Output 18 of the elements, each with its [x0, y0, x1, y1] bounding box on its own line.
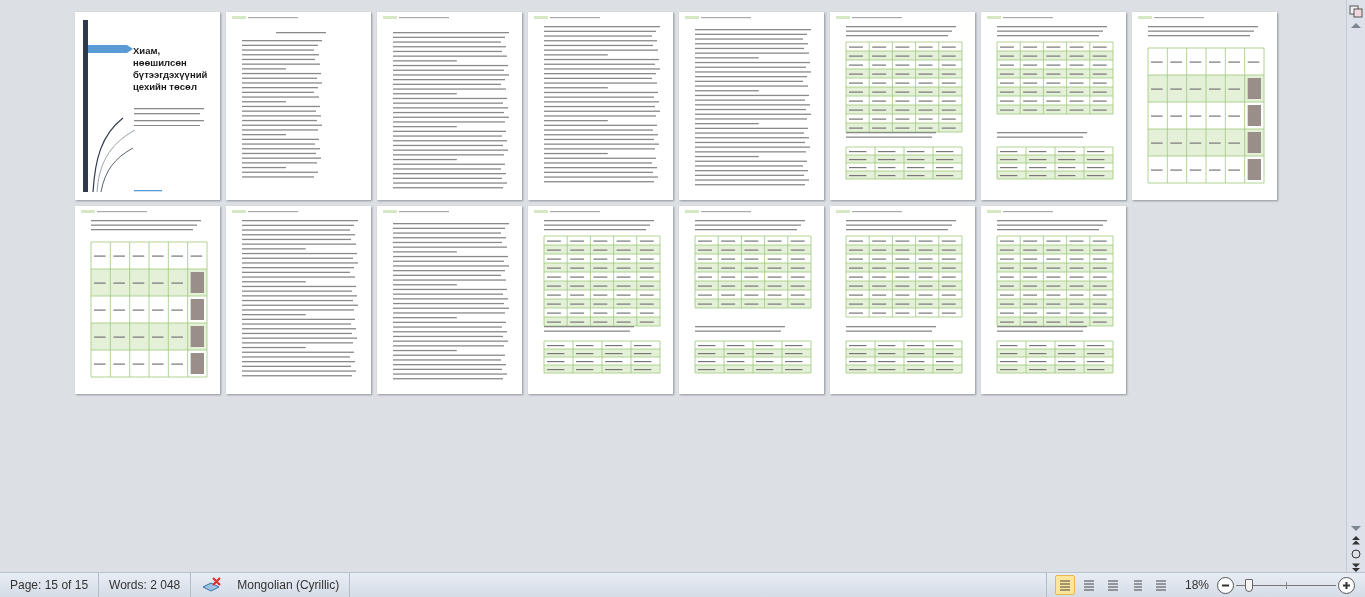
zoom-slider[interactable] [1236, 576, 1336, 594]
language-label[interactable]: Mongolian (Cyrillic) [237, 578, 340, 592]
previous-page-icon[interactable] [1351, 536, 1361, 545]
zoom-in-button[interactable] [1338, 576, 1355, 594]
cover-title: Хиам, нөөшилсөн бүтээгдэхүүний цехийн төсөл [133, 45, 209, 93]
ruler-toggle-icon[interactable] [1349, 4, 1363, 18]
zoom-out-button[interactable] [1217, 576, 1234, 594]
next-page-icon[interactable] [1351, 563, 1361, 572]
browse-object-icon[interactable] [1351, 549, 1361, 559]
scroll-up-icon[interactable] [1351, 22, 1361, 29]
cover-author-line-drawing [134, 190, 162, 192]
zoom-level[interactable]: 18% [1184, 578, 1209, 592]
slider-thumb[interactable] [1245, 578, 1254, 592]
plus-icon [1342, 580, 1351, 590]
page-count[interactable]: Page: 15 of 15 [10, 578, 89, 592]
proofing-error-icon[interactable] [201, 577, 224, 593]
word-count[interactable]: Words: 2 048 [109, 578, 181, 592]
cover-subtitle-lines-drawing [134, 108, 204, 126]
